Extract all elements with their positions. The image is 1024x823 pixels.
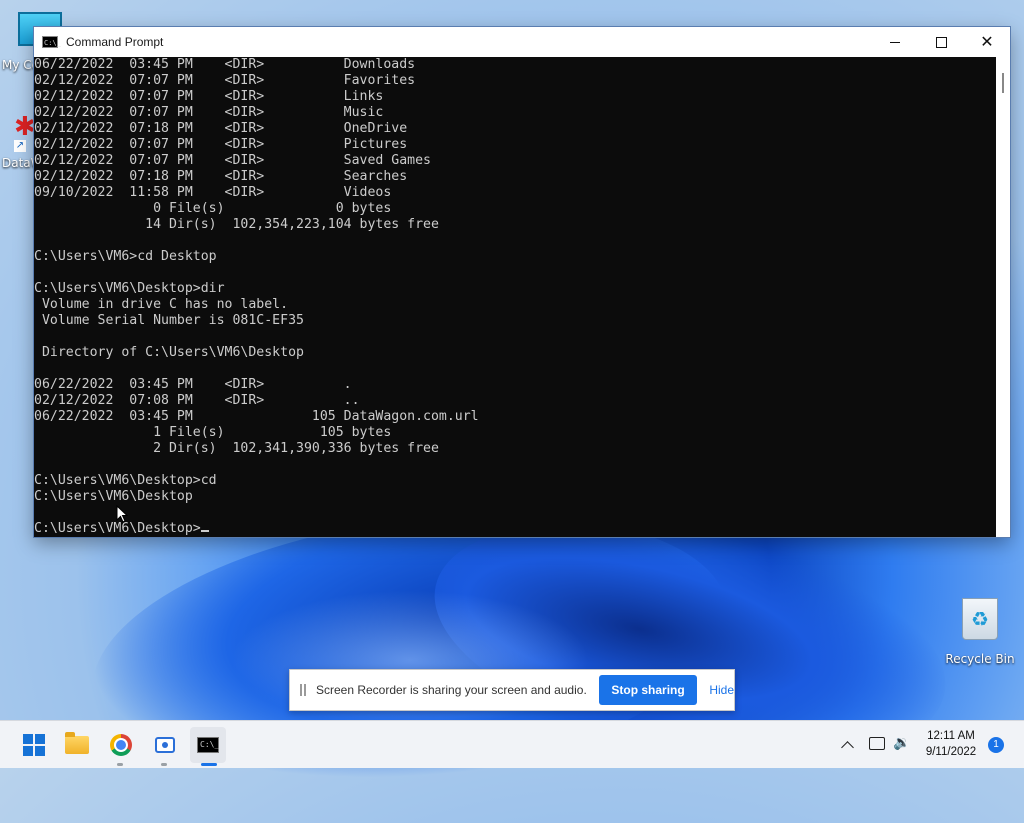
window-controls: ✕ bbox=[872, 27, 1010, 57]
console-line: C:\Users\VM6\Desktop>dir bbox=[34, 281, 225, 296]
console-line: 02/12/2022 07:08 PM <DIR> .. bbox=[34, 393, 360, 408]
console-line: 0 File(s) 0 bytes bbox=[34, 201, 392, 216]
console-line: Volume in drive C has no label. bbox=[34, 297, 289, 312]
folder-icon bbox=[65, 732, 89, 754]
console-line: C:\Users\VM6>cd Desktop bbox=[34, 249, 217, 264]
file-explorer-button[interactable] bbox=[63, 731, 91, 759]
console-line: Directory of C:\Users\VM6\Desktop bbox=[34, 345, 304, 360]
screen-recorder-bar: Screen Recorder is sharing your screen a… bbox=[289, 669, 735, 711]
console-line: 14 Dir(s) 102,354,223,104 bytes free bbox=[34, 217, 439, 232]
notification-badge[interactable]: 1 bbox=[988, 737, 1004, 753]
console-line: 02/12/2022 07:18 PM <DIR> OneDrive bbox=[34, 121, 408, 136]
console-line: 02/12/2022 07:07 PM <DIR> Pictures bbox=[34, 137, 408, 152]
console-line: 02/12/2022 07:07 PM <DIR> Music bbox=[34, 105, 384, 120]
scrollbar-thumb[interactable] bbox=[1002, 73, 1004, 93]
command-prompt-icon: C:\_ bbox=[42, 36, 61, 48]
start-button[interactable] bbox=[20, 731, 48, 759]
text-cursor bbox=[200, 530, 209, 532]
camera-icon bbox=[155, 737, 175, 753]
console-line: C:\Users\VM6\Desktop>cd bbox=[34, 473, 217, 488]
console-prompt: C:\Users\VM6\Desktop> bbox=[34, 521, 201, 536]
vertical-scrollbar[interactable] bbox=[996, 57, 1010, 537]
show-hidden-icons-button[interactable] bbox=[841, 721, 854, 769]
chrome-button[interactable] bbox=[107, 731, 135, 759]
windows-logo-icon bbox=[23, 734, 45, 756]
clock-date: 9/11/2022 bbox=[925, 746, 977, 758]
minimize-icon bbox=[890, 41, 900, 43]
title-bar[interactable]: C:\_ Command Prompt ✕ bbox=[34, 27, 1010, 57]
command-prompt-icon: C:\_ bbox=[197, 737, 219, 753]
clock-time: 12:11 AM bbox=[927, 730, 975, 742]
console-line: 06/22/2022 03:45 PM <DIR> Downloads bbox=[34, 57, 416, 72]
command-prompt-taskbar-button[interactable]: C:\_ bbox=[190, 727, 226, 763]
desktop-icon-label: Recycle Bin bbox=[945, 652, 1015, 666]
shortcut-arrow-icon: ↗ bbox=[14, 140, 26, 152]
running-indicator bbox=[117, 763, 123, 766]
command-prompt-window[interactable]: C:\_ Command Prompt ✕ 06/22/2022 03:45 P… bbox=[34, 27, 1010, 537]
maximize-icon bbox=[935, 36, 947, 48]
taskbar: C:\_ 🔉 12:11 AM 9/11/2022 1 bbox=[0, 720, 1024, 768]
close-icon: ✕ bbox=[980, 32, 994, 51]
volume-icon[interactable]: 🔉 bbox=[893, 735, 910, 751]
network-icon[interactable] bbox=[869, 737, 885, 750]
chevron-up-icon bbox=[841, 740, 854, 754]
stop-sharing-button[interactable]: Stop sharing bbox=[598, 675, 698, 705]
chrome-icon bbox=[110, 734, 132, 756]
desktop-icon-recycle-bin[interactable]: ♻ Recycle Bin bbox=[940, 598, 1020, 666]
console-line: C:\Users\VM6\Desktop bbox=[34, 489, 193, 504]
console-line: 06/22/2022 03:45 PM 105 DataWagon.com.ur… bbox=[34, 409, 479, 424]
datawagon-icon: ✱ bbox=[14, 112, 36, 142]
active-indicator bbox=[201, 763, 217, 766]
running-indicator bbox=[161, 763, 167, 766]
hide-button[interactable]: Hide bbox=[709, 683, 734, 697]
console-line: 06/22/2022 03:45 PM <DIR> . bbox=[34, 377, 352, 392]
close-button[interactable]: ✕ bbox=[964, 27, 1010, 57]
console-line: 02/12/2022 07:07 PM <DIR> Links bbox=[34, 89, 384, 104]
maximize-button[interactable] bbox=[918, 27, 964, 57]
minimize-button[interactable] bbox=[872, 27, 918, 57]
window-title: Command Prompt bbox=[66, 35, 164, 49]
clock[interactable]: 12:11 AM 9/11/2022 bbox=[920, 728, 982, 760]
console-line: 02/12/2022 07:07 PM <DIR> Saved Games bbox=[34, 153, 431, 168]
console-line: 2 Dir(s) 102,341,390,336 bytes free bbox=[34, 441, 439, 456]
console-line: 02/12/2022 07:18 PM <DIR> Searches bbox=[34, 169, 408, 184]
console-line: 02/12/2022 07:07 PM <DIR> Favorites bbox=[34, 73, 416, 88]
console-line: 1 File(s) 105 bytes bbox=[34, 425, 392, 440]
console-text: 06/22/2022 03:45 PM <DIR> Downloads 02/12… bbox=[34, 57, 479, 537]
console-prompt-line: C:\Users\VM6\Desktop> bbox=[34, 521, 479, 537]
console-line: Volume Serial Number is 081C-EF35 bbox=[34, 313, 304, 328]
recycle-bin-icon: ♻ bbox=[962, 598, 998, 640]
recorder-message: Screen Recorder is sharing your screen a… bbox=[315, 683, 587, 697]
console-output[interactable]: 06/22/2022 03:45 PM <DIR> Downloads 02/12… bbox=[34, 57, 996, 537]
console-line: 09/10/2022 11:58 PM <DIR> Videos bbox=[34, 185, 392, 200]
screen-recorder-button[interactable] bbox=[151, 731, 179, 759]
drag-handle-icon[interactable] bbox=[300, 684, 306, 696]
